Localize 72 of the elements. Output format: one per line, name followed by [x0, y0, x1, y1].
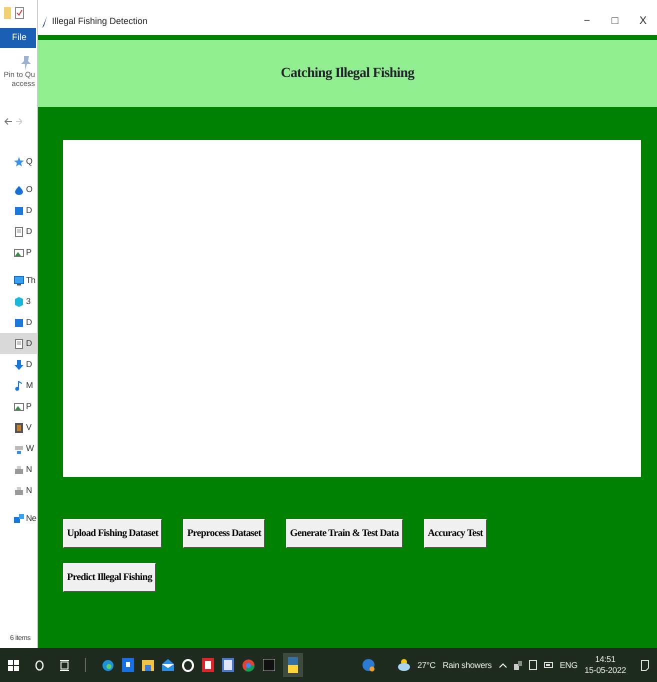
nav-item[interactable]: D [0, 354, 37, 375]
app-title: Catching Illegal Fishing [280, 65, 414, 83]
chevron-up-icon[interactable] [498, 662, 507, 668]
action-button[interactable]: Predict Illegal Fishing [63, 563, 156, 592]
weather-icon[interactable] [398, 658, 410, 672]
document-icon [14, 226, 24, 236]
nav-item[interactable]: V [0, 417, 37, 438]
drive-icon [14, 464, 24, 474]
square-icon [14, 206, 24, 216]
nav-item[interactable]: P [0, 396, 37, 417]
globe-icon[interactable] [362, 658, 376, 672]
language-indicator[interactable]: ENG [560, 658, 578, 672]
network-icon [14, 514, 24, 524]
action-button[interactable]: Upload Fishing Dataset [63, 519, 162, 548]
maximize-button[interactable]: □ [601, 13, 629, 30]
nav-item[interactable]: O [0, 179, 37, 200]
nav-item[interactable]: Th [0, 270, 37, 291]
picture-icon [14, 248, 24, 258]
nav-item[interactable]: P [0, 242, 37, 263]
notification-icon[interactable] [641, 660, 649, 670]
nav-item[interactable]: W [0, 438, 37, 459]
nav-item[interactable]: Ne [0, 508, 37, 529]
python-app-icon[interactable] [283, 653, 303, 677]
monitor-icon [14, 276, 24, 286]
search-icon[interactable] [35, 660, 44, 670]
action-button[interactable]: Preprocess Dataset [183, 519, 266, 548]
ribbon-tab[interactable]: File [0, 28, 36, 48]
action-button[interactable]: Generate Train & Test Data [286, 519, 403, 548]
picture-icon [14, 402, 24, 412]
envelope-icon[interactable] [162, 659, 174, 671]
nav-item[interactable]: Q [0, 151, 37, 172]
nav-item[interactable]: D [0, 221, 37, 242]
close-button[interactable]: X [629, 13, 657, 30]
clock-time[interactable]: 14:51 [595, 654, 616, 665]
drive-icon [14, 486, 24, 496]
nav-item[interactable]: N [0, 459, 37, 480]
window-title: Illegal Fishing Detection [52, 14, 148, 28]
download-arrow-icon [14, 360, 24, 370]
temperature-text: 27°C [417, 658, 436, 672]
browser-icon[interactable] [102, 658, 114, 672]
film-icon [14, 422, 24, 432]
checklist-icon[interactable] [15, 7, 24, 19]
battery-icon[interactable] [544, 662, 553, 668]
music-note-icon [14, 380, 24, 390]
document-icon[interactable] [222, 658, 234, 672]
action-button[interactable]: Accuracy Test [424, 519, 487, 548]
clock-date[interactable]: 15-05-2022 [584, 665, 626, 676]
ring-icon[interactable] [182, 658, 194, 672]
nav-item[interactable]: D [0, 333, 37, 354]
document-icon [14, 338, 24, 348]
task-view-icon[interactable] [60, 660, 69, 670]
windows-logo-icon[interactable] [8, 660, 19, 670]
nav-item[interactable]: D [0, 312, 37, 333]
weather-text: Rain showers [442, 658, 492, 672]
grid-app-icon[interactable] [122, 658, 134, 672]
feather-icon [42, 16, 48, 28]
nav-item[interactable]: 3 [0, 291, 37, 312]
nav-item[interactable]: N [0, 480, 37, 501]
star-icon [14, 156, 24, 166]
network-icon[interactable] [514, 660, 522, 670]
document-icon[interactable] [202, 658, 214, 672]
nav-item[interactable]: M [0, 375, 37, 396]
circle-app-icon[interactable] [242, 658, 255, 672]
back-arrow-icon[interactable] [4, 118, 12, 124]
device-icon[interactable] [528, 660, 537, 670]
square-icon [14, 318, 24, 328]
minimize-button[interactable]: − [573, 13, 601, 30]
terminal-icon[interactable] [263, 659, 275, 671]
network-drive-icon [14, 444, 24, 454]
folder-icon[interactable] [142, 659, 154, 671]
cube-icon [14, 296, 24, 306]
nav-item[interactable]: D [0, 200, 37, 221]
